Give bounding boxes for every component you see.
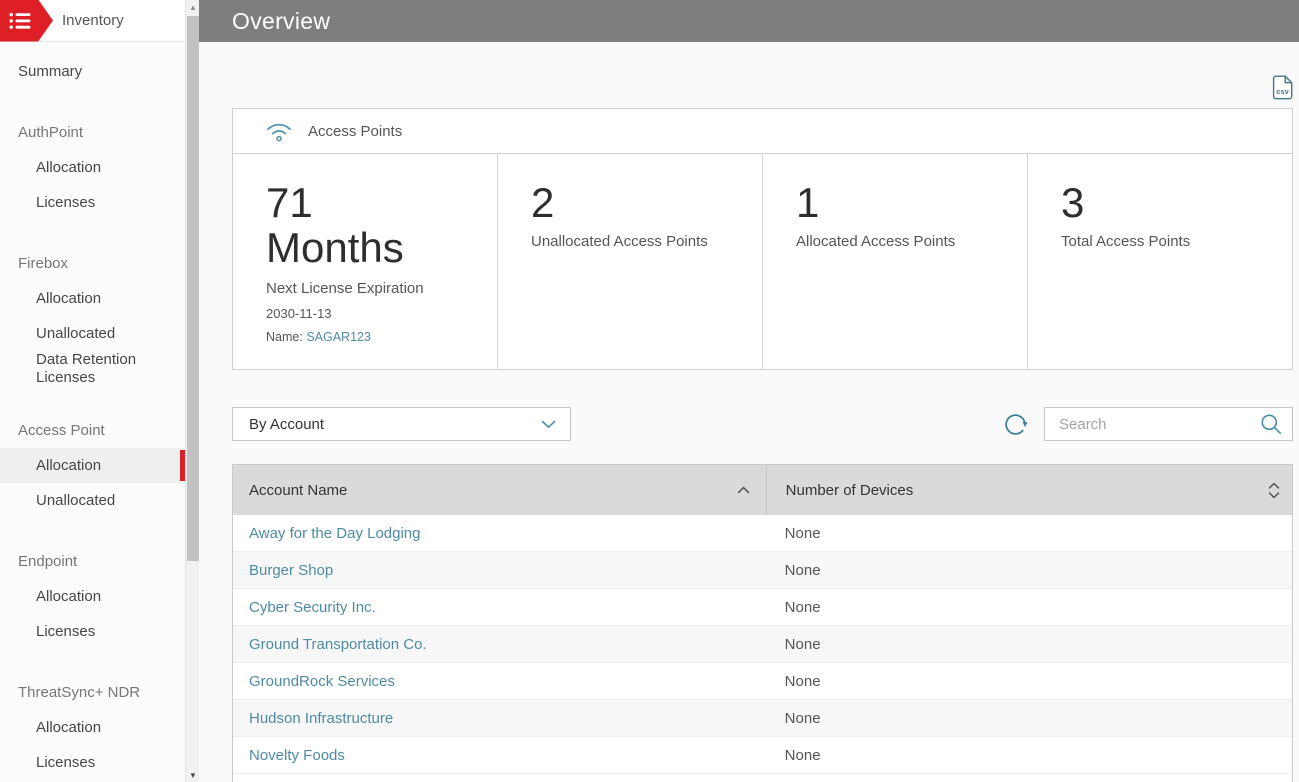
total-label: Total Access Points bbox=[1061, 233, 1274, 250]
expiration-unit: Months bbox=[266, 226, 479, 271]
table-row: GroundRock Services None bbox=[233, 663, 1292, 700]
allocated-label: Allocated Access Points bbox=[796, 233, 1009, 250]
account-link[interactable]: Burger Shop bbox=[249, 562, 333, 579]
table-row: Hudson Infrastructure None bbox=[233, 700, 1292, 737]
controls-right bbox=[1003, 407, 1293, 441]
card-title: Access Points bbox=[308, 123, 402, 140]
table-header: Account Name Number of Devices bbox=[233, 465, 1292, 515]
sidebar-item-endpoint-licenses[interactable]: Licenses bbox=[0, 614, 185, 649]
group-by-dropdown[interactable]: By Account bbox=[232, 407, 571, 441]
svg-text:csv: csv bbox=[1276, 87, 1289, 96]
total-count: 3 bbox=[1061, 181, 1274, 226]
allocated-count: 1 bbox=[796, 181, 1009, 226]
devices-cell: None bbox=[766, 673, 1292, 690]
account-link[interactable]: Novelty Foods bbox=[249, 747, 345, 764]
export-csv-button[interactable]: csv bbox=[1272, 74, 1293, 100]
scrollbar-thumb[interactable] bbox=[187, 16, 199, 561]
accounts-table: Account Name Number of Devices bbox=[232, 464, 1293, 782]
refresh-icon bbox=[1003, 411, 1029, 437]
export-row: csv bbox=[232, 74, 1293, 100]
sidebar-item-access-point-unallocated[interactable]: Unallocated bbox=[0, 483, 185, 518]
list-menu-icon bbox=[9, 12, 32, 30]
sidebar-item-threatsync-allocation[interactable]: Allocation bbox=[0, 710, 185, 745]
account-link[interactable]: Ground Transportation Co. bbox=[249, 636, 427, 653]
unallocated-label: Unallocated Access Points bbox=[531, 233, 744, 250]
search-icon[interactable] bbox=[1260, 413, 1282, 435]
page-title: Overview bbox=[232, 8, 330, 35]
page-header: Overview bbox=[199, 0, 1299, 42]
sidebar-section-authpoint: AuthPoint bbox=[0, 115, 185, 150]
number-of-devices-header-label: Number of Devices bbox=[786, 482, 914, 499]
sidebar-section-access-point: Access Point bbox=[0, 413, 185, 448]
table-row: Burger Shop None bbox=[233, 552, 1292, 589]
expiration-label: Next License Expiration bbox=[266, 280, 479, 297]
sidebar-item-firebox-unallocated[interactable]: Unallocated bbox=[0, 316, 185, 351]
sidebar-item-firebox-allocation[interactable]: Allocation bbox=[0, 281, 185, 316]
app-window: Inventory Summary AuthPoint Allocation L… bbox=[0, 0, 1299, 782]
sidebar-scrollbar[interactable]: ▲ ▼ bbox=[185, 0, 199, 782]
sidebar-title: Inventory bbox=[62, 12, 124, 29]
account-link[interactable]: Away for the Day Lodging bbox=[249, 525, 421, 542]
table-body: Away for the Day Lodging None Burger Sho… bbox=[233, 515, 1292, 774]
wifi-icon bbox=[265, 120, 293, 143]
access-points-card-header: Access Points bbox=[233, 109, 1292, 154]
table-row: Away for the Day Lodging None bbox=[233, 515, 1292, 552]
devices-cell: None bbox=[766, 747, 1292, 764]
stat-next-license-expiration: 71 Months Next License Expiration 2030-1… bbox=[233, 154, 498, 369]
devices-cell: None bbox=[766, 599, 1292, 616]
sidebar-section-firebox: Firebox bbox=[0, 246, 185, 281]
devices-cell: None bbox=[766, 525, 1292, 542]
csv-export-icon: csv bbox=[1272, 75, 1293, 100]
sidebar-section-threatsync-ndr: ThreatSync+ NDR bbox=[0, 675, 185, 710]
sort-ascending-icon[interactable] bbox=[737, 486, 750, 494]
devices-cell: None bbox=[766, 636, 1292, 653]
table-row: Novelty Foods None bbox=[233, 737, 1292, 774]
stat-allocated-access-points: 1 Allocated Access Points bbox=[763, 154, 1028, 369]
account-link[interactable]: Hudson Infrastructure bbox=[249, 710, 393, 727]
sidebar-item-endpoint-allocation[interactable]: Allocation bbox=[0, 579, 185, 614]
expiration-name-label: Name: bbox=[266, 330, 303, 344]
sort-both-icon[interactable] bbox=[1268, 482, 1280, 499]
sidebar-item-firebox-data-retention-licenses[interactable]: Data Retention Licenses bbox=[0, 351, 185, 387]
refresh-button[interactable] bbox=[1003, 411, 1029, 437]
sidebar-section-endpoint: Endpoint bbox=[0, 544, 185, 579]
account-link[interactable]: GroundRock Services bbox=[249, 673, 395, 690]
main-area: Overview csv bbox=[199, 0, 1299, 782]
unallocated-count: 2 bbox=[531, 181, 744, 226]
scrollbar-up-arrow-icon[interactable]: ▲ bbox=[186, 0, 200, 14]
column-header-number-of-devices[interactable]: Number of Devices bbox=[766, 465, 1292, 515]
sidebar-content: Inventory Summary AuthPoint Allocation L… bbox=[0, 0, 185, 782]
expiration-date: 2030-11-13 bbox=[266, 306, 479, 321]
devices-cell: None bbox=[766, 562, 1292, 579]
column-header-account-name[interactable]: Account Name bbox=[233, 465, 766, 515]
expiration-value: 71 bbox=[266, 181, 479, 226]
stat-total-access-points: 3 Total Access Points bbox=[1028, 154, 1292, 369]
stat-unallocated-access-points: 2 Unallocated Access Points bbox=[498, 154, 763, 369]
expiration-name: Name: SAGAR123 bbox=[266, 330, 479, 344]
inventory-menu-button[interactable] bbox=[0, 0, 53, 42]
license-name-link[interactable]: SAGAR123 bbox=[306, 330, 371, 344]
chevron-down-icon bbox=[541, 420, 556, 429]
scrollbar-down-arrow-icon[interactable]: ▼ bbox=[186, 768, 200, 782]
access-points-stats: 71 Months Next License Expiration 2030-1… bbox=[233, 154, 1292, 369]
table-row: Ground Transportation Co. None bbox=[233, 626, 1292, 663]
devices-cell: None bbox=[766, 710, 1292, 727]
search-box bbox=[1044, 407, 1293, 441]
group-by-dropdown-value: By Account bbox=[249, 416, 324, 433]
sidebar-header: Inventory bbox=[0, 0, 185, 42]
sidebar-item-access-point-allocation[interactable]: Allocation bbox=[0, 448, 185, 483]
table-row: Cyber Security Inc. None bbox=[233, 589, 1292, 626]
table-controls: By Account bbox=[232, 407, 1293, 441]
sidebar-item-authpoint-licenses[interactable]: Licenses bbox=[0, 185, 185, 220]
account-name-header-label: Account Name bbox=[249, 482, 347, 499]
main-content: csv Access Points 71 Months bbox=[199, 42, 1299, 782]
sidebar-item-authpoint-allocation[interactable]: Allocation bbox=[0, 150, 185, 185]
search-input[interactable] bbox=[1059, 416, 1260, 433]
sidebar-item-summary[interactable]: Summary bbox=[0, 54, 185, 89]
sidebar-nav: Summary AuthPoint Allocation Licenses Fi… bbox=[0, 42, 185, 780]
sidebar: Inventory Summary AuthPoint Allocation L… bbox=[0, 0, 199, 782]
account-link[interactable]: Cyber Security Inc. bbox=[249, 599, 376, 616]
sidebar-item-threatsync-licenses[interactable]: Licenses bbox=[0, 745, 185, 780]
access-points-card: Access Points 71 Months Next License Exp… bbox=[232, 108, 1293, 370]
